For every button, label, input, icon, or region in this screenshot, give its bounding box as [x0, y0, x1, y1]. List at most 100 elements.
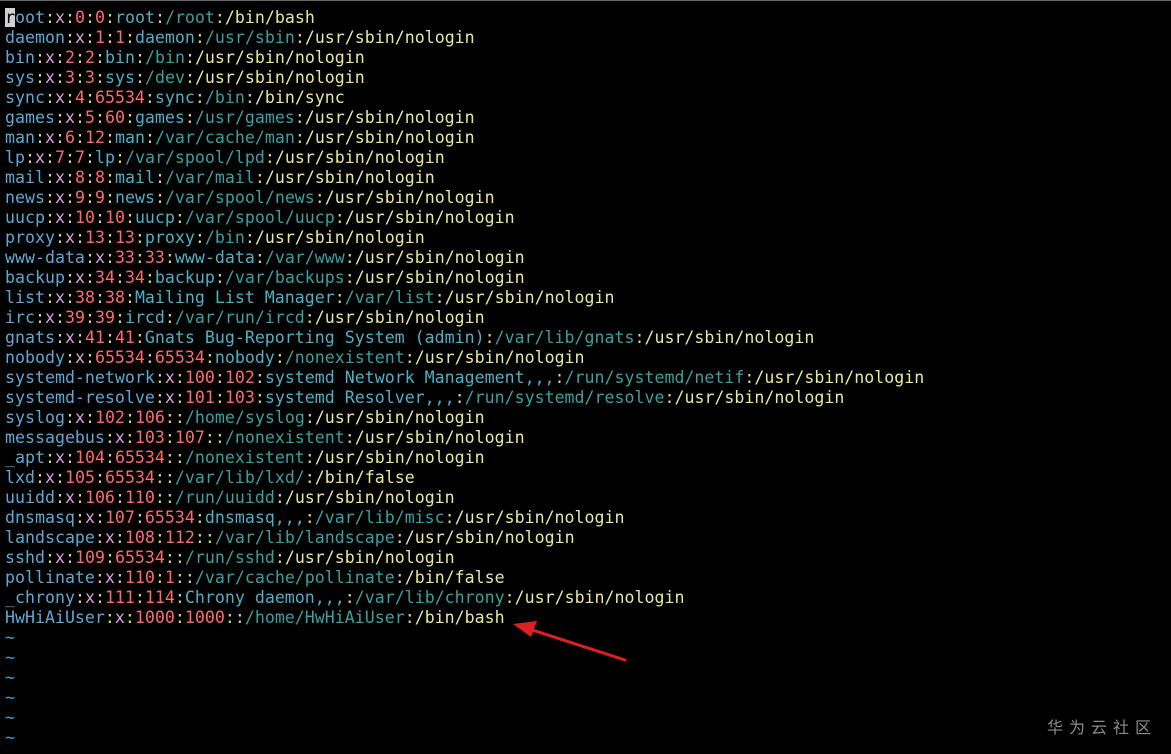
gid-field: 106	[134, 408, 165, 427]
passwd-line: irc:x:39:39:ircd:/var/run/ircd:/usr/sbin…	[5, 308, 924, 328]
text-cursor: r	[5, 8, 15, 27]
home-field: /var/spool/uucp	[184, 208, 335, 227]
field-separator: :	[104, 168, 115, 187]
field-separator: :	[254, 168, 265, 187]
shell-field: /usr/sbin/nologin	[344, 208, 515, 227]
field-separator: :	[164, 548, 175, 567]
gecos-field: sync	[154, 88, 195, 107]
field-separator: :	[74, 48, 85, 67]
home-field: /var/backups	[224, 268, 345, 287]
uid-field: 39	[64, 308, 85, 327]
shell-field: /usr/sbin/nologin	[414, 348, 585, 367]
password-field: x	[44, 68, 55, 87]
password-field: x	[54, 208, 65, 227]
gid-field: 9	[94, 188, 105, 207]
field-separator: :	[94, 468, 105, 487]
home-field: /var/lib/gnats	[494, 328, 635, 347]
field-separator: :	[294, 108, 305, 127]
uid-field: 3	[64, 68, 75, 87]
uid-field: 13	[84, 228, 105, 247]
field-separator: :	[44, 88, 55, 107]
passwd-line: news:x:9:9:news:/var/spool/news:/usr/sbi…	[5, 188, 924, 208]
shell-field: /usr/sbin/nologin	[314, 408, 485, 427]
field-separator: :	[254, 368, 265, 387]
username: sys	[5, 68, 35, 87]
field-separator: :	[274, 348, 285, 367]
password-field: x	[74, 408, 85, 427]
shell-field: /usr/sbin/nologin	[304, 108, 475, 127]
field-separator: :	[484, 328, 495, 347]
field-separator: :	[94, 48, 105, 67]
gid-field: 2	[84, 48, 95, 67]
field-separator: :	[124, 608, 135, 627]
field-separator: :	[194, 508, 205, 527]
home-field: /usr/games	[194, 108, 295, 127]
gecos-field: games	[134, 108, 185, 127]
field-separator: :	[134, 228, 145, 247]
shell-field: /usr/sbin/nologin	[444, 288, 615, 307]
field-separator: :	[404, 348, 415, 367]
field-separator: :	[84, 408, 95, 427]
field-separator: :	[164, 448, 175, 467]
field-separator: :	[124, 288, 135, 307]
field-separator: :	[64, 148, 75, 167]
passwd-line: messagebus:x:103:107::/nonexistent:/usr/…	[5, 428, 924, 448]
field-separator: :	[744, 368, 755, 387]
field-separator: :	[114, 268, 125, 287]
home-field: /usr/sbin	[204, 28, 295, 47]
field-separator: :	[54, 68, 65, 87]
username: lp	[5, 148, 25, 167]
field-separator: :	[394, 568, 405, 587]
field-separator: :	[554, 368, 565, 387]
password-field: x	[74, 348, 85, 367]
passwd-file-content: root:x:0:0:root:/root:/bin/bash daemon:x:…	[5, 8, 924, 748]
username: root	[5, 8, 45, 27]
field-separator: :	[74, 488, 85, 507]
home-field: /var/lib/lxd/	[174, 468, 305, 487]
shell-field: /usr/sbin/nologin	[254, 228, 425, 247]
field-separator: :	[224, 608, 235, 627]
field-separator: :	[84, 88, 95, 107]
gid-field: 34	[124, 268, 145, 287]
field-separator: :	[134, 508, 145, 527]
gid-field: 1000	[184, 608, 225, 627]
uid-field: 6	[64, 128, 75, 147]
field-separator: :	[44, 8, 55, 27]
uid-field: 108	[124, 528, 155, 547]
gecos-field: proxy	[144, 228, 195, 247]
home-field: /root	[164, 8, 215, 27]
gecos-field: Mailing List Manager	[134, 288, 335, 307]
username: systemd-resolve	[5, 388, 155, 407]
uid-field: 110	[124, 568, 155, 587]
field-separator: :	[164, 248, 175, 267]
shell-field: /usr/sbin/nologin	[514, 588, 685, 607]
shell-field: /bin/sync	[254, 88, 345, 107]
uid-field: 65534	[94, 348, 145, 367]
field-separator: :	[114, 528, 125, 547]
field-separator: :	[154, 528, 165, 547]
field-separator: :	[214, 388, 225, 407]
username: nobody	[5, 348, 65, 367]
field-separator: :	[94, 208, 105, 227]
field-separator: :	[154, 488, 165, 507]
username: www-data	[5, 248, 85, 267]
field-separator: :	[144, 268, 155, 287]
field-separator: :	[64, 8, 75, 27]
field-separator: :	[504, 588, 515, 607]
gecos-field: ircd	[124, 308, 165, 327]
field-separator: :	[444, 508, 455, 527]
field-separator: :	[184, 108, 195, 127]
passwd-line: _apt:x:104:65534::/nonexistent:/usr/sbin…	[5, 448, 924, 468]
gecos-field: lp	[94, 148, 115, 167]
field-separator: :	[344, 248, 355, 267]
shell-field: /usr/sbin/nologin	[304, 28, 475, 47]
vim-terminal-window[interactable]: root:x:0:0:root:/root:/bin/bash daemon:x:…	[0, 0, 1171, 754]
uid-field: 1000	[134, 608, 175, 627]
passwd-line: gnats:x:41:41:Gnats Bug-Reporting System…	[5, 328, 924, 348]
empty-buffer-tilde: ~	[5, 708, 15, 727]
field-separator: :	[174, 588, 185, 607]
home-field: /nonexistent	[284, 348, 405, 367]
username: games	[5, 108, 55, 127]
home-field: /var/run/ircd	[174, 308, 305, 327]
gid-field: 110	[124, 488, 155, 507]
